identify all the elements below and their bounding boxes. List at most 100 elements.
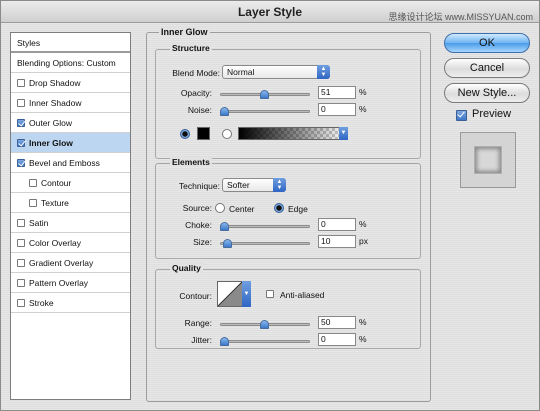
sidebar-item-label: Contour xyxy=(41,178,72,188)
noise-slider[interactable] xyxy=(220,107,310,116)
source-label: Source: xyxy=(182,203,212,213)
sidebar-item-inner-glow[interactable]: Inner Glow xyxy=(11,133,130,153)
range-label: Range: xyxy=(184,318,212,328)
choke-label: Choke: xyxy=(185,220,212,230)
noise-slider-thumb[interactable] xyxy=(220,107,229,116)
noise-input[interactable]: 0 xyxy=(318,103,356,116)
sidebar-item-outer-glow[interactable]: Outer Glow xyxy=(11,113,130,133)
jitter-slider-thumb[interactable] xyxy=(220,337,229,346)
size-unit: px xyxy=(359,236,368,246)
preview-checkbox[interactable] xyxy=(456,110,467,121)
sidebar-item-inner-shadow[interactable]: Inner Shadow xyxy=(11,93,130,113)
preview-label: Preview xyxy=(472,108,512,120)
sidebar-item-label: Pattern Overlay xyxy=(29,278,89,288)
sidebar-item-color-overlay[interactable]: Color Overlay xyxy=(11,233,130,253)
chevron-down-icon: ▼ xyxy=(339,127,348,140)
structure-title: Structure xyxy=(170,43,212,53)
sidebar-item-satin[interactable]: Satin xyxy=(11,213,130,233)
technique-select[interactable]: Softer ▲ ▼ xyxy=(222,178,286,192)
preview-swatch xyxy=(475,147,501,173)
source-edge-radio[interactable] xyxy=(274,203,284,213)
window-title: Layer Style xyxy=(237,5,303,19)
solid-color-radio[interactable] xyxy=(180,129,190,139)
elements-title: Elements xyxy=(170,157,212,167)
style-preview xyxy=(460,132,516,188)
sidebar-item-label: Inner Glow xyxy=(29,138,73,148)
sidebar-item-label: Blending Options: Custom xyxy=(17,58,116,68)
contour-picker[interactable]: ▼ xyxy=(217,281,251,307)
jitter-slider[interactable] xyxy=(220,337,310,346)
sidebar-item-label: Color Overlay xyxy=(29,238,81,248)
style-list: Styles Blending Options: Custom Drop Shado… xyxy=(10,32,131,400)
sidebar-item-contour[interactable]: Contour xyxy=(11,173,130,193)
sidebar-item-label: Inner Shadow xyxy=(29,98,82,108)
size-slider-thumb[interactable] xyxy=(223,239,233,248)
source-center-radio[interactable] xyxy=(215,203,225,213)
range-input[interactable]: 50 xyxy=(318,316,356,329)
contour-label: Contour: xyxy=(179,291,212,301)
choke-input[interactable]: 0 xyxy=(318,218,356,231)
sidebar-item-bevel-and-emboss[interactable]: Bevel and Emboss xyxy=(11,153,130,173)
gradient-radio[interactable] xyxy=(222,129,232,139)
choke-unit: % xyxy=(359,219,367,229)
size-slider[interactable] xyxy=(220,239,310,248)
sidebar-item-checkbox[interactable] xyxy=(17,279,25,287)
sidebar-item-checkbox[interactable] xyxy=(17,299,25,307)
sidebar-item-label: Stroke xyxy=(29,298,54,308)
sidebar-item-checkbox[interactable] xyxy=(17,159,25,167)
sidebar-item-styles[interactable]: Styles xyxy=(11,33,130,53)
opacity-input[interactable]: 51 xyxy=(318,86,356,99)
sidebar-item-label: Bevel and Emboss xyxy=(29,158,100,168)
new-style-button[interactable]: New Style... xyxy=(444,83,530,103)
elements-group: Elements Technique: Softer ▲ ▼ Source: Ce… xyxy=(155,157,421,259)
sidebar-item-label: Gradient Overlay xyxy=(29,258,94,268)
sidebar-item-drop-shadow[interactable]: Drop Shadow xyxy=(11,73,130,93)
sidebar-item-checkbox[interactable] xyxy=(17,219,25,227)
sidebar-item-checkbox[interactable] xyxy=(29,179,37,187)
choke-slider-thumb[interactable] xyxy=(220,222,229,231)
select-arrows-icon: ▲ ▼ xyxy=(273,178,286,192)
quality-group: Quality Contour: ▼ Anti-aliased Range: 5… xyxy=(155,263,421,349)
jitter-input[interactable]: 0 xyxy=(318,333,356,346)
sidebar-item-texture[interactable]: Texture xyxy=(11,193,130,213)
choke-slider[interactable] xyxy=(220,222,310,231)
anti-aliased-label: Anti-aliased xyxy=(280,290,325,300)
source-center-label: Center xyxy=(229,204,255,214)
sidebar-item-label: Styles xyxy=(17,38,41,48)
source-edge-label: Edge xyxy=(288,204,308,214)
inner-glow-panel: Inner Glow Structure Blend Mode: Normal … xyxy=(146,27,431,402)
sidebar-item-checkbox[interactable] xyxy=(17,79,25,87)
glow-color-swatch[interactable] xyxy=(197,127,210,140)
opacity-slider[interactable] xyxy=(220,90,310,99)
technique-value: Softer xyxy=(227,180,250,190)
blend-mode-select[interactable]: Normal ▲ ▼ xyxy=(222,65,330,79)
blend-mode-value: Normal xyxy=(227,67,255,77)
range-slider[interactable] xyxy=(220,320,310,329)
panel-title: Inner Glow xyxy=(159,27,210,37)
sidebar-item-label: Texture xyxy=(41,198,69,208)
anti-aliased-checkbox[interactable] xyxy=(266,290,274,298)
gradient-picker[interactable]: ▼ xyxy=(238,127,348,140)
watermark-text: 思缘设计论坛 www.MISSYUAN.com xyxy=(388,12,533,22)
noise-unit: % xyxy=(359,104,367,114)
ok-button[interactable]: OK xyxy=(444,33,530,53)
opacity-slider-thumb[interactable] xyxy=(260,90,270,99)
sidebar-item-blending-options-custom[interactable]: Blending Options: Custom xyxy=(11,53,130,73)
range-slider-thumb[interactable] xyxy=(259,320,269,329)
sidebar-item-pattern-overlay[interactable]: Pattern Overlay xyxy=(11,273,130,293)
technique-label: Technique: xyxy=(178,181,220,191)
chevron-down-icon: ▼ xyxy=(242,281,251,307)
sidebar-item-checkbox[interactable] xyxy=(17,119,25,127)
sidebar-item-gradient-overlay[interactable]: Gradient Overlay xyxy=(11,253,130,273)
sidebar-item-stroke[interactable]: Stroke xyxy=(11,293,130,313)
sidebar-item-checkbox[interactable] xyxy=(17,139,25,147)
cancel-button[interactable]: Cancel xyxy=(444,58,530,78)
sidebar-item-checkbox[interactable] xyxy=(29,199,37,207)
size-input[interactable]: 10 xyxy=(318,235,356,248)
window-titlebar: Layer Style 思缘设计论坛 www.MISSYUAN.com xyxy=(1,1,539,23)
jitter-label: Jitter: xyxy=(191,335,212,345)
sidebar-item-checkbox[interactable] xyxy=(17,239,25,247)
structure-group: Structure Blend Mode: Normal ▲ ▼ Opacity:… xyxy=(155,43,421,159)
sidebar-item-checkbox[interactable] xyxy=(17,259,25,267)
sidebar-item-checkbox[interactable] xyxy=(17,99,25,107)
